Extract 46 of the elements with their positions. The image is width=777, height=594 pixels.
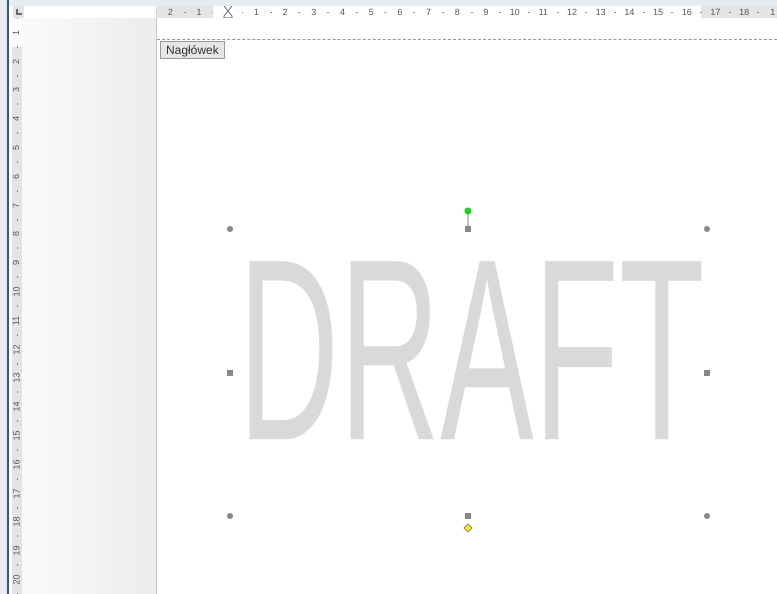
ruler-number: 9 xyxy=(483,8,488,16)
ruler-number: 8 xyxy=(454,8,460,16)
ruler-number: 14 xyxy=(624,8,634,16)
ruler-number: 2 xyxy=(282,8,288,16)
ruler-number: 18 xyxy=(12,516,22,527)
ruler-number: 18 xyxy=(739,8,750,16)
ruler-number: 2 xyxy=(168,8,173,16)
ruler-number: 4 xyxy=(340,8,345,16)
ruler-number: 3 xyxy=(311,8,316,16)
ruler-number: 17 xyxy=(710,8,720,16)
ruler-number: 6 xyxy=(12,174,22,179)
ruler-number: 11 xyxy=(12,316,22,326)
ruler-number: 9 xyxy=(12,260,22,266)
ruler-number: 19 xyxy=(12,546,22,556)
header-tag: Nagłówek xyxy=(160,41,225,59)
ruler-number: 6 xyxy=(397,8,402,16)
ruler-number: 8 xyxy=(12,231,22,236)
ruler-number: 5 xyxy=(368,8,374,16)
ruler-number: 14 xyxy=(12,402,22,412)
tab-stop-icon xyxy=(16,9,22,15)
ruler-number: 15 xyxy=(12,430,22,441)
ruler-number: 10 xyxy=(12,286,22,297)
ruler-number: 13 xyxy=(12,372,22,383)
ruler-number: 13 xyxy=(596,8,606,16)
ruler-number: 5 xyxy=(12,145,22,150)
selection-handles[interactable] xyxy=(227,208,710,533)
ruler-number: 1 xyxy=(254,8,259,16)
ruler-number: 7 xyxy=(426,8,432,16)
ruler-number: 16 xyxy=(682,8,692,16)
ruler-number: 12 xyxy=(566,8,577,16)
ruler-number: 11 xyxy=(538,8,548,16)
ruler-number: 17 xyxy=(12,488,22,498)
ruler-number: 7 xyxy=(12,202,22,208)
ruler-number: 1 xyxy=(770,8,776,16)
ruler-number: 2 xyxy=(12,58,22,64)
ruler-number: 10 xyxy=(510,8,520,16)
indent-marker-icon[interactable] xyxy=(222,6,233,18)
ruler-number: 4 xyxy=(12,116,22,122)
ruler-number: 1 xyxy=(196,8,202,16)
ruler-number: 1 xyxy=(12,30,22,35)
ruler-number: 16 xyxy=(12,459,22,470)
ruler-number: 20 xyxy=(12,574,22,585)
ruler-number: 12 xyxy=(12,344,22,354)
ruler-number: 3 xyxy=(12,87,22,92)
tab-selector-button[interactable] xyxy=(13,6,24,18)
ruler-number: 15 xyxy=(653,8,664,16)
